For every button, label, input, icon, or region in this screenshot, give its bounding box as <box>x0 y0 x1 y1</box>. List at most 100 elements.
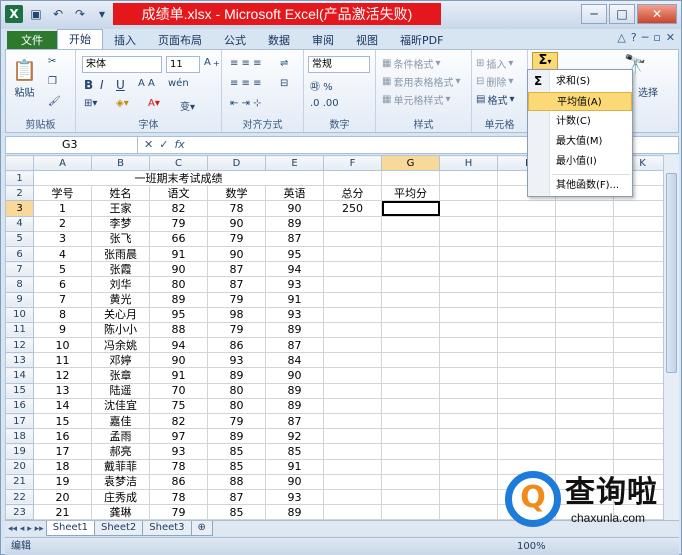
insert-cells-button[interactable]: ⊞ 插入 ▾ <box>476 56 513 71</box>
indent-icon[interactable]: ⇤ ⇥ ⊹ <box>230 98 262 109</box>
cell[interactable]: 84 <box>265 352 324 369</box>
sheet-nav-arrows[interactable]: ◂◂ ◂ ▸ ▸▸ <box>5 524 47 534</box>
row-header[interactable]: 11 <box>5 321 34 339</box>
tab-formulas[interactable]: 公式 <box>213 31 257 50</box>
cell[interactable]: 12 <box>33 367 92 384</box>
cell[interactable] <box>555 337 614 354</box>
cell[interactable]: 79 <box>207 291 266 308</box>
sheet-tab-2[interactable]: Sheet2 <box>93 521 144 536</box>
cell[interactable] <box>439 397 498 415</box>
cell[interactable] <box>497 291 556 308</box>
top-align-icon[interactable]: ≡ ≡ ≡ <box>230 58 262 69</box>
cell[interactable] <box>381 397 440 415</box>
tab-insert[interactable]: 插入 <box>103 31 147 50</box>
cell[interactable] <box>381 337 440 354</box>
cell[interactable] <box>555 215 614 232</box>
sheet-title-cell[interactable]: 一班期末考试成绩 <box>33 169 324 187</box>
cell[interactable]: 90 <box>207 215 266 232</box>
cell[interactable] <box>555 200 614 217</box>
cell[interactable] <box>381 458 440 475</box>
cell[interactable]: 90 <box>149 261 208 278</box>
cell[interactable] <box>323 291 382 308</box>
cell[interactable]: 王家 <box>91 200 150 217</box>
cell[interactable] <box>439 245 498 263</box>
cell[interactable]: 19 <box>33 473 92 490</box>
cell[interactable] <box>497 382 556 399</box>
cell[interactable]: 79 <box>149 504 208 521</box>
cell[interactable]: 95 <box>265 245 324 263</box>
cell[interactable]: 75 <box>149 397 208 415</box>
cell[interactable] <box>497 443 556 460</box>
cell[interactable]: 张霞 <box>91 261 150 278</box>
customize-qat-icon[interactable]: ▾ <box>93 5 111 23</box>
cell[interactable]: 93 <box>207 352 266 369</box>
cell[interactable] <box>497 276 556 293</box>
cell[interactable]: 孟雨 <box>91 428 150 445</box>
cell[interactable] <box>497 200 556 217</box>
doc-close-icon[interactable]: ✕ <box>666 31 675 44</box>
cell[interactable]: 89 <box>207 367 266 384</box>
total-cell-f3[interactable]: 250 <box>323 200 382 217</box>
row-header[interactable]: 3 <box>5 200 34 217</box>
cell[interactable]: 93 <box>265 488 324 506</box>
cell[interactable]: 95 <box>149 306 208 323</box>
cell[interactable] <box>381 306 440 323</box>
cell[interactable]: 9 <box>33 321 92 339</box>
cell[interactable]: 87 <box>207 488 266 506</box>
cell[interactable]: 14 <box>33 397 92 415</box>
cell[interactable] <box>381 321 440 339</box>
cell[interactable]: 78 <box>149 488 208 506</box>
cell[interactable] <box>555 443 614 460</box>
wen-icon[interactable]: wén <box>168 78 189 89</box>
cell[interactable]: 2 <box>33 215 92 232</box>
cell[interactable] <box>381 443 440 460</box>
cell[interactable]: 90 <box>265 200 324 217</box>
row-header[interactable]: 12 <box>5 337 34 354</box>
column-header-b[interactable]: B <box>91 155 150 171</box>
cell[interactable] <box>439 169 498 187</box>
cell[interactable]: 20 <box>33 488 92 506</box>
cell[interactable]: 李梦 <box>91 215 150 232</box>
cell[interactable] <box>555 352 614 369</box>
delete-cells-button[interactable]: ⊟ 删除 ▾ <box>476 74 513 89</box>
cell[interactable]: 90 <box>149 352 208 369</box>
cell[interactable] <box>323 367 382 384</box>
cell[interactable] <box>497 412 556 430</box>
border-icon[interactable]: ⊞▾ <box>84 98 97 109</box>
cell[interactable] <box>555 428 614 445</box>
row-header[interactable]: 20 <box>5 458 34 475</box>
cell[interactable]: 92 <box>265 428 324 445</box>
menu-item-more-functions[interactable]: 其他函数(F)... <box>528 176 632 195</box>
cell[interactable] <box>381 261 440 278</box>
cell[interactable]: 1 <box>33 200 92 217</box>
currency-icon[interactable]: ㉺ % <box>310 78 333 93</box>
menu-item-min[interactable]: 最小值(I) <box>528 152 632 171</box>
cell[interactable] <box>381 488 440 506</box>
left-align-icon[interactable]: ≡ ≡ ≡ <box>230 78 262 89</box>
row-header[interactable]: 18 <box>5 428 34 445</box>
cell[interactable]: 87 <box>265 230 324 247</box>
cell[interactable] <box>323 504 382 521</box>
grow-font-icon[interactable]: A + <box>204 57 220 68</box>
cell[interactable]: 82 <box>149 200 208 217</box>
row-header[interactable]: 21 <box>5 473 34 490</box>
cell[interactable]: 93 <box>149 443 208 460</box>
cell[interactable]: 陈小小 <box>91 321 150 339</box>
cell[interactable] <box>439 185 498 202</box>
cell[interactable]: 91 <box>265 458 324 475</box>
cell[interactable]: 70 <box>149 382 208 399</box>
cell[interactable] <box>381 352 440 369</box>
cell[interactable]: 85 <box>207 443 266 460</box>
active-cell-g3[interactable] <box>381 200 440 217</box>
cell[interactable] <box>439 504 498 521</box>
menu-item-average[interactable]: 平均值(A) <box>528 92 632 111</box>
cell[interactable]: 88 <box>149 321 208 339</box>
cell[interactable] <box>381 291 440 308</box>
cell[interactable] <box>555 230 614 247</box>
cell[interactable] <box>381 382 440 399</box>
cell[interactable]: 85 <box>207 458 266 475</box>
cell[interactable] <box>497 245 556 263</box>
row-header[interactable]: 22 <box>5 488 34 506</box>
cell[interactable]: 21 <box>33 504 92 521</box>
fill-color-icon[interactable]: ◈▾ <box>116 98 129 109</box>
